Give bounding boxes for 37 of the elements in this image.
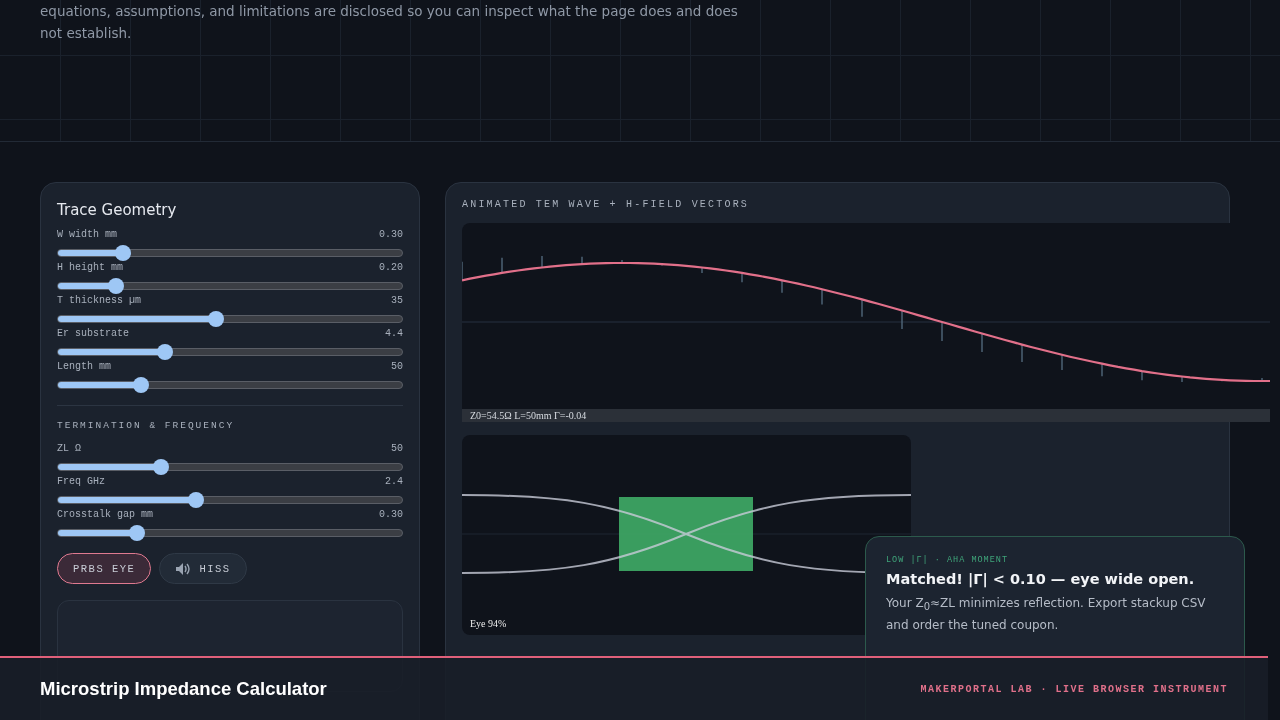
slider-label: H height mm (57, 262, 123, 273)
slider-label: T thickness µm (57, 295, 141, 306)
slider-label: Er substrate (57, 328, 129, 339)
app-title: Microstrip Impedance Calculator (40, 678, 327, 700)
slider-label: ZL Ω (57, 443, 81, 454)
slider-value: 0.20 (379, 262, 403, 273)
panel-title: Trace Geometry (57, 201, 178, 219)
toast-message: Your Z$_{0}$≈ZL minimizes reflection. Export stackup CSV and order the tuned coupon. (886, 595, 1207, 635)
slider-value: 2.4 (385, 476, 403, 487)
toggle-button[interactable]: HISS (159, 553, 247, 584)
slider-label: Length mm (57, 361, 111, 372)
intro-text: equations, assumptions, and limitations are disclosed so you can inspect what the page does and does not establish. (39, 2, 739, 43)
slider-thumb[interactable] (115, 245, 132, 261)
credit-text: MAKERPORTAL LAB · LIVE BROWSER INSTRUMENT (920, 683, 1228, 695)
toggle-button[interactable]: PRBS EYE (57, 553, 152, 584)
toast-tag: LOW |Γ| · AHA MOMENT (886, 555, 1224, 565)
slider-label: Crosstalk gap mm (57, 509, 153, 520)
slider-label: W width mm (57, 229, 117, 240)
section-heading: TERMINATION & FREQUENCY (57, 420, 236, 431)
slider-thumb[interactable] (132, 377, 149, 393)
slider-value: 0.30 (379, 229, 403, 240)
slider-value: 0.30 (379, 509, 403, 520)
slider-label: Freq GHz (57, 476, 105, 487)
readout-text: Z0=54.5Ω L=50mm Γ=-0.04 (462, 409, 1270, 422)
slider-thumb[interactable] (153, 459, 170, 475)
slider-thumb[interactable] (208, 311, 225, 327)
toast-title: Matched! |Γ| < 0.10 — eye wide open. (886, 571, 1196, 587)
slider-value: 50 (391, 361, 403, 372)
slider-value: 50 (391, 443, 403, 454)
slider-thumb[interactable] (156, 344, 173, 360)
slider-thumb[interactable] (108, 278, 125, 294)
slider-value: 4.4 (385, 328, 403, 339)
slider-value: 35 (391, 295, 403, 306)
eye-label: Eye 94% (470, 618, 507, 629)
slider-thumb[interactable] (129, 525, 146, 541)
slider-thumb[interactable] (187, 492, 204, 508)
panel-title: ANIMATED TEM WAVE + H-FIELD VECTORS (462, 199, 751, 210)
